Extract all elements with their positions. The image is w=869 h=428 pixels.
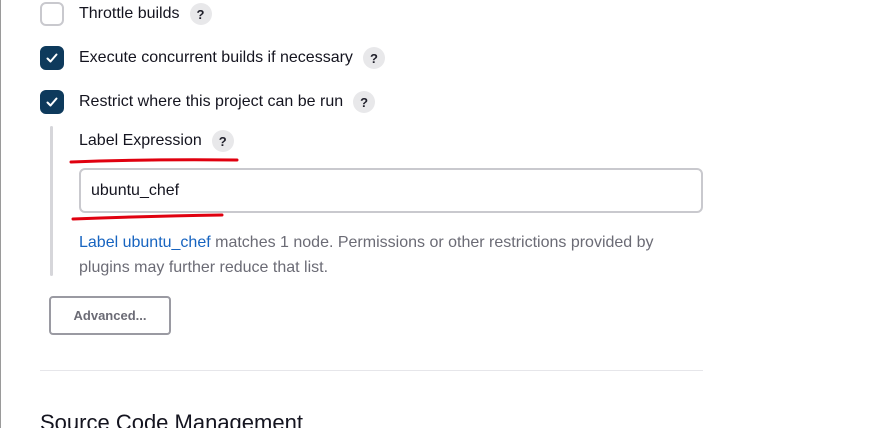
concurrent-builds-label[interactable]: Execute concurrent builds if necessary [79,49,353,67]
checkmark-icon [46,97,58,107]
checkmark-icon [46,53,58,63]
section-divider [40,370,703,371]
annotation-underline-title [69,158,239,164]
restrict-project-label[interactable]: Restrict where this project can be run [79,93,343,111]
label-link[interactable]: ubuntu_chef [123,234,211,251]
help-icon[interactable]: ? [189,3,212,25]
option-throttle-builds: Throttle builds ? [40,1,212,27]
job-config-page: Throttle builds ? Execute concurrent bui… [0,0,869,428]
option-restrict-project: Restrict where this project can be run ? [40,89,376,115]
option-concurrent-builds: Execute concurrent builds if necessary ? [40,45,385,71]
label-expression-title: Label Expression [79,132,202,149]
help-icon[interactable]: ? [353,91,376,113]
hint-prefix: Label [79,234,123,251]
label-expression-header: Label Expression ? [79,128,234,154]
nested-section-bar [50,126,53,276]
source-code-management-heading: Source Code Management [40,410,303,428]
label-expression-hint: Label ubuntu_chef matches 1 node. Permis… [79,230,679,280]
advanced-button[interactable]: Advanced... [49,296,171,335]
throttle-builds-label[interactable]: Throttle builds [79,5,180,23]
annotation-underline-input [71,213,224,221]
throttle-builds-checkbox[interactable] [40,2,64,26]
label-expression-input[interactable] [79,168,703,213]
help-icon[interactable]: ? [362,47,385,69]
help-icon[interactable]: ? [211,130,234,152]
concurrent-builds-checkbox[interactable] [40,46,64,70]
restrict-project-checkbox[interactable] [40,90,64,114]
